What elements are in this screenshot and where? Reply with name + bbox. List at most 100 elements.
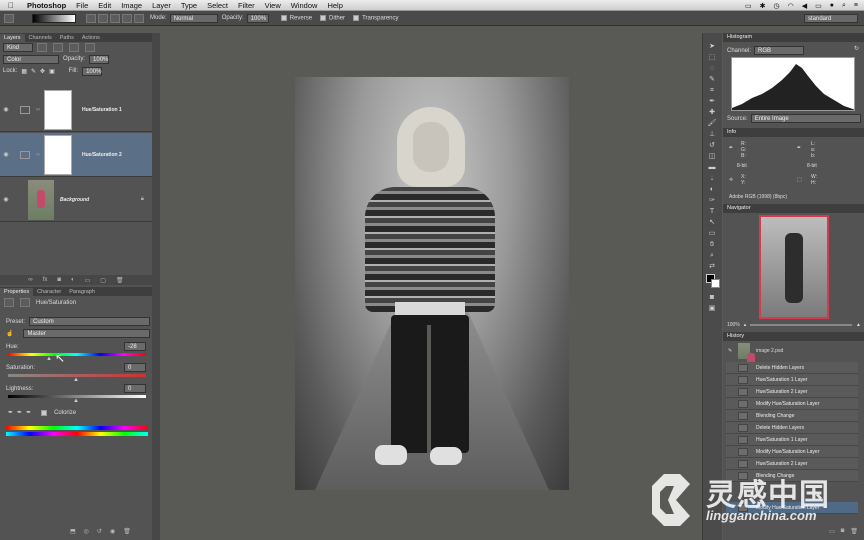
linear-gradient-icon[interactable] [86, 13, 96, 23]
histogram-header[interactable]: Histogram [723, 33, 864, 42]
tab-layers[interactable]: Layers [0, 34, 25, 42]
brush-tool-icon[interactable]: 🖌︎ [703, 118, 721, 129]
angle-gradient-icon[interactable] [110, 13, 120, 23]
diamond-gradient-icon[interactable] [134, 13, 144, 23]
link-layers-icon[interactable]: ∞ [28, 277, 32, 283]
menu-filter[interactable]: Filter [233, 1, 260, 10]
reflected-gradient-icon[interactable] [122, 13, 132, 23]
background-thumbnail[interactable] [28, 179, 54, 220]
mode-select[interactable]: Normal [169, 13, 218, 23]
document-canvas[interactable] [295, 77, 569, 490]
sampler-icon[interactable]: ✒ [729, 145, 733, 151]
histogram-channel-select[interactable]: RGB [754, 46, 805, 55]
hand-tool-icon[interactable]: ✋︎ [703, 239, 721, 250]
screen-icon[interactable]: ▭ [745, 2, 752, 10]
quick-select-tool-icon[interactable]: ✎ [703, 74, 721, 85]
new-layer-icon[interactable]: ▢ [100, 277, 106, 284]
type-tool-icon[interactable]: T [703, 206, 721, 217]
targeted-adjustment-icon[interactable]: ☝ [6, 330, 13, 337]
navigator-zoom-slider[interactable] [750, 324, 853, 326]
clock-icon[interactable]: ◷ [774, 2, 780, 10]
history-state[interactable]: Modify Hue/Saturation Layer [726, 446, 858, 458]
hue-slider-thumb[interactable]: ▲ [46, 356, 52, 362]
lock-all-icon[interactable]: ▣ [49, 68, 55, 75]
layer-row-selected[interactable]: ◉ ∞ Hue/Saturation 2 [0, 133, 152, 177]
zoom-in-icon[interactable]: ▲ [856, 322, 861, 328]
layer-name[interactable]: Background [60, 197, 89, 203]
menu-help[interactable]: Help [322, 1, 347, 10]
tab-properties[interactable]: Properties [0, 288, 34, 296]
eyedropper-icon[interactable]: ✒ [8, 409, 13, 416]
navigator-zoom-value[interactable]: 100% [727, 322, 740, 328]
workspace-select[interactable]: standard [804, 13, 858, 23]
layer-opacity-input[interactable]: 100% [89, 54, 110, 64]
navigator-header[interactable]: Navigator [723, 204, 864, 213]
lightness-slider-thumb[interactable]: ▲ [73, 398, 79, 404]
lock-paint-icon[interactable]: ✎ [31, 68, 36, 75]
lasso-tool-icon[interactable]: ◌ [703, 63, 721, 74]
screen-mode-icon[interactable]: ▣ [703, 303, 721, 314]
tab-channels[interactable]: Channels [25, 34, 56, 42]
tab-paths[interactable]: Paths [56, 34, 78, 42]
trash-icon[interactable]: 🗑︎ [116, 277, 124, 284]
layer-name[interactable]: Hue/Saturation 1 [82, 107, 122, 113]
hue-input[interactable]: -28 [124, 342, 146, 351]
color-swatches[interactable] [703, 272, 722, 292]
histogram-source-select[interactable]: Entire Image [750, 114, 861, 123]
wifi-icon[interactable]: ◠ [788, 2, 794, 10]
history-state[interactable]: Modify Hue/Saturation Layer [726, 398, 858, 410]
lightness-input[interactable]: 0 [124, 384, 146, 393]
blur-tool-icon[interactable]: 💧︎ [703, 173, 721, 184]
info-header[interactable]: Info [723, 128, 864, 137]
visibility-eye-icon[interactable]: ◉ [0, 106, 12, 113]
marquee-tool-icon[interactable]: ⬚ [703, 52, 721, 63]
menu-file[interactable]: File [71, 1, 93, 10]
swap-colors-icon[interactable]: ⇄ [703, 261, 721, 272]
filter-pixel-icon[interactable] [37, 42, 47, 52]
eraser-tool-icon[interactable]: ◫ [703, 151, 721, 162]
visibility-eye-icon[interactable]: ◉ [0, 151, 12, 158]
fx-icon[interactable]: fx [43, 277, 48, 283]
gradient-preview[interactable] [32, 13, 76, 23]
list-icon[interactable]: ≡ [854, 2, 858, 9]
history-snapshot[interactable]: ✎ image 2.psd [726, 342, 858, 371]
kind-filter-select[interactable]: Kind [3, 42, 33, 52]
adjustment-layer-icon[interactable]: ◐ [71, 277, 75, 283]
navigator-preview[interactable] [759, 215, 829, 319]
history-state[interactable]: Delete Hidden Layers [726, 362, 858, 374]
eyedropper-plus-icon[interactable]: ✒ [17, 409, 22, 416]
delete-adjustment-icon[interactable]: 🗑︎ [123, 528, 131, 535]
history-state[interactable]: Hue/Saturation 1 Layer [726, 374, 858, 386]
colorize-checkbox[interactable] [41, 409, 48, 416]
filter-adjust-icon[interactable] [53, 42, 63, 52]
volume-icon[interactable]: ◀ [802, 2, 807, 10]
menu-view[interactable]: View [260, 1, 286, 10]
filter-type-icon[interactable] [69, 42, 79, 52]
tool-preset-icon[interactable] [4, 13, 14, 23]
add-mask-icon[interactable]: ◙ [57, 277, 61, 283]
eyedropper-minus-icon[interactable]: ✒ [26, 409, 31, 416]
layer-mask-thumbnail[interactable] [44, 89, 72, 130]
eyedropper-tool-icon[interactable]: ✒ [703, 96, 721, 107]
history-header[interactable]: History [723, 332, 864, 341]
menu-type[interactable]: Type [176, 1, 202, 10]
history-state[interactable]: Hue/Saturation 1 Layer [726, 434, 858, 446]
lock-pixels-icon[interactable]: ▦ [21, 68, 27, 75]
sampler-icon-2[interactable]: ✒ [797, 145, 801, 151]
path-select-tool-icon[interactable]: ↖ [703, 217, 721, 228]
history-brush-tool-icon[interactable]: ↺ [703, 140, 721, 151]
spotlight-icon[interactable]: ⌕ [842, 2, 846, 10]
dodge-tool-icon[interactable]: ◐ [703, 184, 721, 195]
preset-select[interactable]: Custom [29, 317, 150, 326]
pen-tool-icon[interactable]: ✑ [703, 195, 721, 206]
blend-mode-select[interactable]: Color [3, 54, 59, 64]
menu-select[interactable]: Select [202, 1, 233, 10]
clone-stamp-tool-icon[interactable]: ⊥ [703, 129, 721, 140]
history-brush-source-icon[interactable]: ✎ [728, 348, 736, 354]
layer-name[interactable]: Hue/Saturation 2 [82, 152, 122, 158]
zoom-out-icon[interactable]: ▴ [744, 322, 747, 328]
opacity-input[interactable]: 100% [246, 13, 269, 23]
channel-select[interactable]: Master [23, 329, 150, 338]
menu-window[interactable]: Window [286, 1, 323, 10]
gradient-tool-icon[interactable]: ▬ [703, 162, 721, 173]
